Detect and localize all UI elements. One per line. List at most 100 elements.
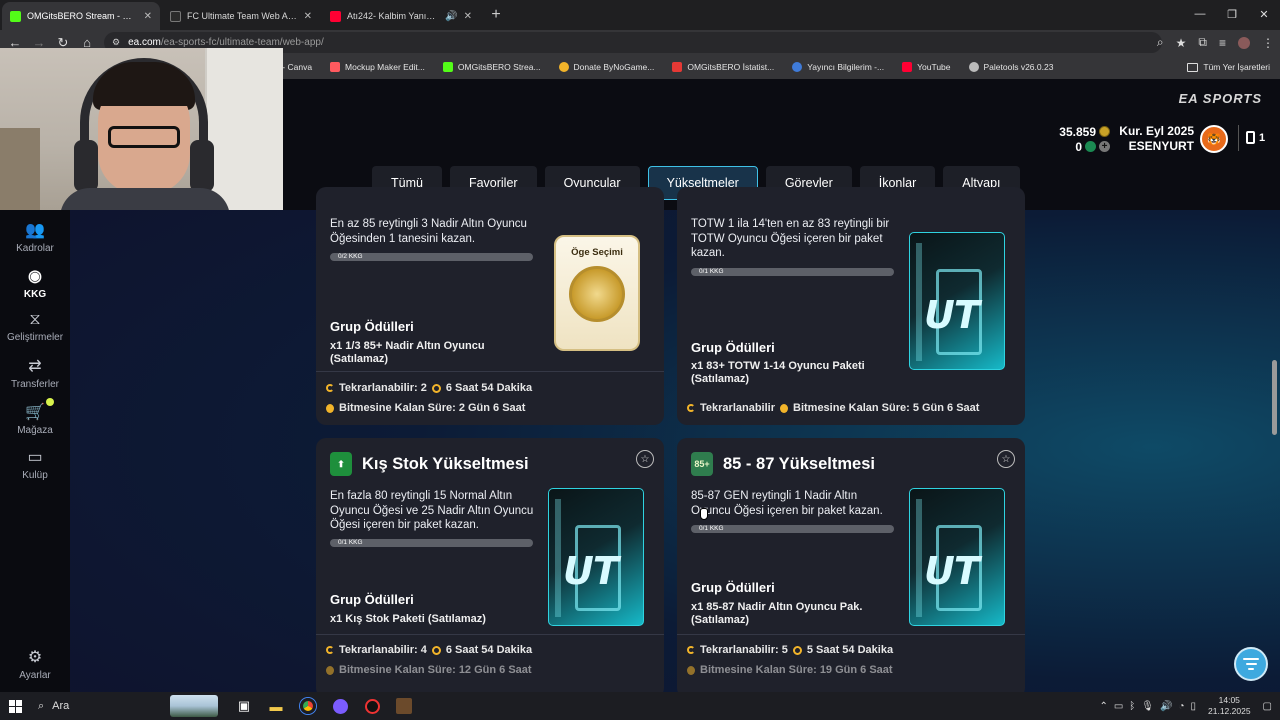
sidebar-item-settings[interactable]: ⚙ Ayarlar <box>0 647 70 681</box>
webcam-earcup <box>74 140 98 192</box>
media-icon[interactable]: ≡ <box>1219 36 1226 50</box>
zoom-icon[interactable]: ⌕ <box>1157 35 1164 50</box>
pack-art: UT <box>909 488 1005 626</box>
sidebar-label: Kadrolar <box>16 243 54 254</box>
browser-tab-music[interactable]: Atı242- Kalbim Yanımda (O 🔊 ✕ <box>322 2 480 30</box>
sidebar-item-sbc[interactable]: ◉ KKG <box>0 266 70 300</box>
sidebar-item-squads[interactable]: 👥 Kadrolar <box>0 220 70 254</box>
mockup-icon <box>330 62 341 72</box>
sidebar-item-store[interactable]: 🛒 Mağaza <box>0 398 70 436</box>
scrollbar-thumb[interactable] <box>1272 360 1277 435</box>
card-description: 85-87 GEN reytingli 1 Nadir Altın Oyuncu… <box>691 490 883 517</box>
task-view-icon[interactable]: ▣ <box>228 692 260 720</box>
close-icon[interactable]: ✕ <box>304 11 312 22</box>
progress-bar: 0/1 KKG <box>691 268 894 276</box>
streamer-icon <box>792 62 803 72</box>
bookmark-star-icon[interactable]: ★ <box>1176 36 1187 50</box>
unassigned-count: 1 <box>1259 131 1266 144</box>
club-badge-icon[interactable]: 🐯 <box>1200 125 1228 153</box>
browser-tab-stream[interactable]: OMGitsBERO Stream - Watch L ✕ <box>2 2 160 30</box>
scrollbar[interactable] <box>1271 210 1278 692</box>
upgrade-arrow-icon: ⬆ <box>330 452 352 476</box>
repeat-text: Tekrarlanabilir: 5 <box>700 644 788 656</box>
timer-icon <box>431 645 441 655</box>
bookmark-streamer[interactable]: Yayıncı Bilgilerim -... <box>792 62 884 72</box>
sidebar-item-evolutions[interactable]: ⧖ Geliştirmeler <box>0 311 70 343</box>
card-title-text: Kış Stok Yükseltmesi <box>362 454 529 473</box>
widgets-image[interactable] <box>170 695 218 717</box>
bookmark-mockup[interactable]: Mockup Maker Edit... <box>330 62 425 72</box>
bookmark-paletools[interactable]: Paletools v26.0.23 <box>968 62 1053 72</box>
webcam-earcup <box>190 140 214 192</box>
card-description: En fazla 80 reytingli 15 Normal Altın Oy… <box>330 490 534 531</box>
upgrade-card[interactable]: TOTW 1 ila 14'ten en az 83 reytingli bir… <box>677 187 1025 425</box>
start-button[interactable] <box>0 692 30 720</box>
messenger-icon[interactable] <box>324 692 356 720</box>
clock-date: 21.12.2025 <box>1208 706 1251 716</box>
timer-text: 5 Saat 54 Dakika <box>806 644 894 656</box>
upgrade-card[interactable]: 85+ 85 - 87 Yükseltmesi ☆ 85-87 GEN reyt… <box>677 438 1025 692</box>
bookmark-label: Yayıncı Bilgilerim -... <box>807 62 885 72</box>
network-icon[interactable]: ▭ <box>1114 701 1123 712</box>
minimize-icon[interactable]: — <box>1184 0 1216 28</box>
coin-balance: 35.859 <box>1059 124 1096 139</box>
bookmark-kick[interactable]: OMGitsBERO Strea... <box>442 62 541 72</box>
sidebar-item-transfers[interactable]: ⇄ Transferler <box>0 356 70 390</box>
club-info: Kur. Eyl 2025 ESENYURT <box>1118 124 1194 154</box>
add-points-icon[interactable]: + <box>1099 141 1110 152</box>
remaining-text: Bitmesine Kalan Süre: 2 Gün 6 Saat <box>339 402 526 414</box>
browser-tab-webapp[interactable]: FC Ultimate Team Web App - E ✕ <box>162 2 320 30</box>
volume-icon[interactable]: 🔊 <box>1160 701 1172 712</box>
card-footer <box>316 634 664 635</box>
notifications-icon[interactable]: ▢ <box>1263 701 1272 712</box>
stats-icon <box>672 62 683 72</box>
search-placeholder: Ara <box>52 700 70 712</box>
profile-avatar[interactable] <box>1238 36 1250 49</box>
taskbar-search[interactable]: ⌕ Ara <box>30 692 170 720</box>
file-explorer-icon[interactable]: ▬ <box>260 692 292 720</box>
speaker-icon[interactable]: 🔊 <box>445 11 457 22</box>
club-date: Kur. Eyl 2025 <box>1119 124 1194 138</box>
close-icon[interactable]: ✕ <box>464 11 472 22</box>
chrome-icon[interactable] <box>292 692 324 720</box>
sidebar-item-club[interactable]: ▭ Kulüp <box>0 447 70 481</box>
filter-icon <box>1243 658 1259 660</box>
bookmark-stats[interactable]: OMGitsBERO İstatist... <box>672 62 774 72</box>
menu-icon[interactable]: ⋮ <box>1262 36 1274 50</box>
all-bookmarks[interactable]: Tüm Yer İşaretleri <box>1187 55 1270 79</box>
wifi-icon[interactable]: ◔ <box>1178 701 1184 712</box>
progress-label: 0/1 KKG <box>338 539 363 546</box>
repeat-row: Tekrarlanabilir: 4 6 Saat 54 Dakika <box>326 644 532 656</box>
microphone-icon[interactable]: 🎙 <box>1141 701 1154 712</box>
close-icon[interactable]: ✕ <box>144 11 152 22</box>
close-window-icon[interactable]: ✕ <box>1248 0 1280 28</box>
favorite-star-icon[interactable]: ☆ <box>636 450 654 468</box>
repeat-icon <box>326 384 334 392</box>
bluetooth-icon[interactable]: ᛒ <box>1129 701 1135 712</box>
upgrade-card[interactable]: En az 85 reytingli 3 Nadir Altın Oyuncu … <box>316 187 664 425</box>
upgrade-card[interactable]: ⬆ Kış Stok Yükseltmesi ☆ En fazla 80 rey… <box>316 438 664 692</box>
restore-icon[interactable]: ❐ <box>1216 0 1248 28</box>
chevron-up-icon[interactable]: ⌃ <box>1099 701 1107 712</box>
new-tab-button[interactable]: + <box>484 3 508 27</box>
battery-icon[interactable]: ▯ <box>1190 701 1196 712</box>
pack-stripe <box>916 243 922 361</box>
unassigned-items[interactable]: 1 <box>1246 131 1265 144</box>
clock[interactable]: 14:05 21.12.2025 <box>1208 695 1251 717</box>
game-icon[interactable] <box>388 692 420 720</box>
site-info-icon[interactable]: ⚙ <box>112 37 120 48</box>
bookmark-donate[interactable]: Donate ByNoGame... <box>558 62 655 72</box>
settings-icon: ⚙ <box>27 649 43 666</box>
bookmark-youtube[interactable]: YouTube <box>902 62 951 72</box>
group-rewards-title: Grup Ödülleri <box>691 580 775 595</box>
favorite-star-icon[interactable]: ☆ <box>997 450 1015 468</box>
filter-button[interactable] <box>1234 647 1268 681</box>
timer-text: 6 Saat 54 Dakika <box>445 644 533 656</box>
bookmark-label: Donate ByNoGame... <box>573 62 655 72</box>
obs-icon[interactable] <box>356 692 388 720</box>
system-tray: ⌃ ▭ ᛒ 🎙 🔊 ◔ ▯ 14:05 21.12.2025 ▢ <box>1099 692 1280 720</box>
repeat-row: Tekrarlanabilir Bitmesine Kalan Süre: 5 … <box>687 402 979 414</box>
remaining-text: Bitmesine Kalan Süre: 5 Gün 6 Saat <box>793 402 980 414</box>
extensions-icon[interactable]: ⧉ <box>1198 35 1207 50</box>
progress-bar: 0/2 KKG <box>330 253 533 261</box>
